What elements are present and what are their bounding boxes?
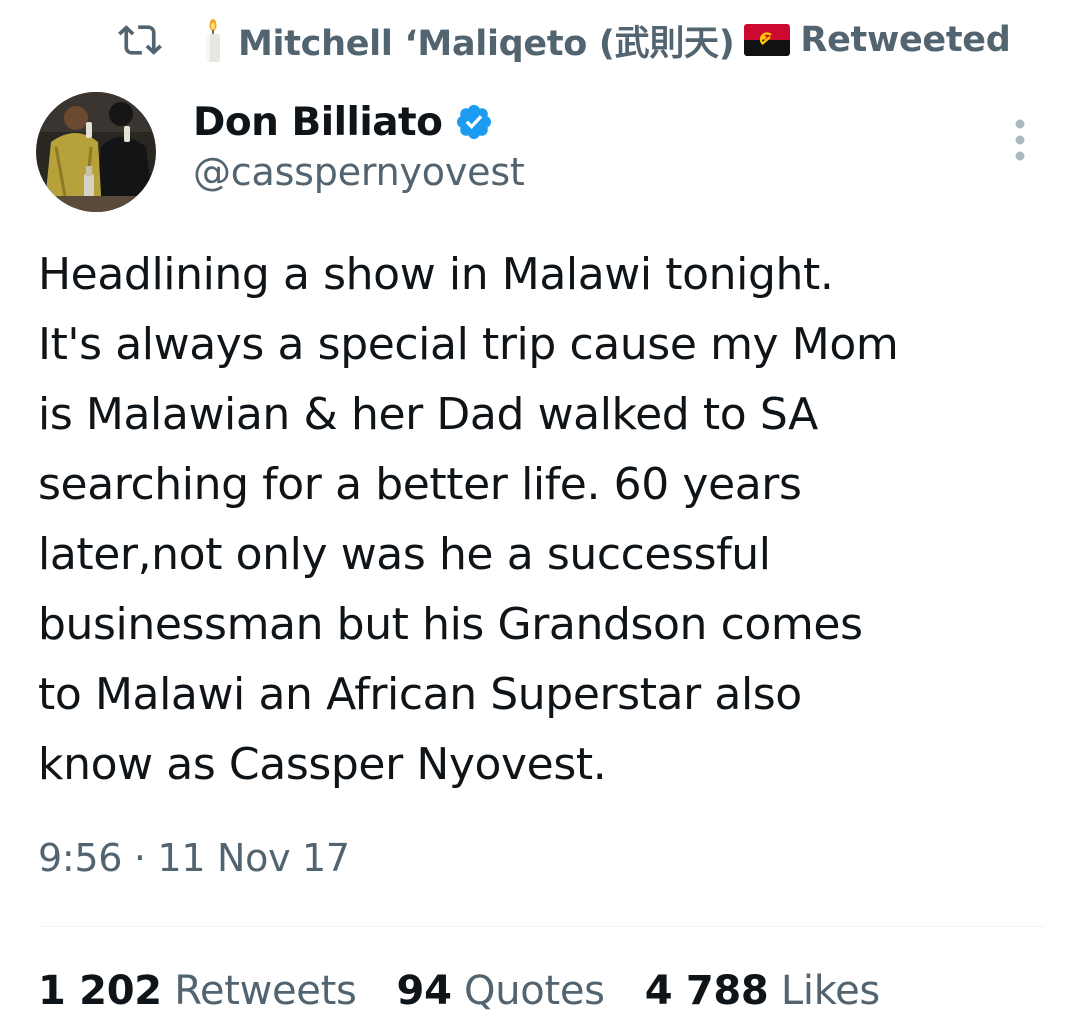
divider xyxy=(38,926,1044,927)
angola-flag-icon xyxy=(744,24,791,56)
tweet-line: know as Cassper Nyovest. xyxy=(38,739,607,790)
engagement-stats: 1 202 Retweets 94 Quotes 4 788 Likes xyxy=(38,968,920,1014)
tweet-line: searching for a better life. 60 years xyxy=(38,459,802,510)
tweet-text: Headlining a show in Malawi tonight. It'… xyxy=(38,240,1048,800)
quotes-count: 94 xyxy=(396,968,452,1014)
more-vertical-icon xyxy=(1015,119,1025,161)
tweet-line: businessman but his Grandson comes xyxy=(38,599,863,650)
tweet-line: is Malawian & her Dad walked to SA xyxy=(38,389,818,440)
retweets-stat[interactable]: 1 202 Retweets xyxy=(38,968,357,1014)
retweet-icon xyxy=(118,18,162,62)
retweeter-name[interactable]: Mitchell ‘Maliqeto (武則天) xyxy=(238,15,735,66)
candle-icon xyxy=(202,17,224,63)
author-handle[interactable]: @casspernyovest xyxy=(193,150,525,194)
tweet-line: Headlining a show in Malawi tonight. xyxy=(38,249,834,300)
verified-badge-icon[interactable] xyxy=(454,102,494,142)
retweets-count: 1 202 xyxy=(38,968,162,1014)
more-options-button[interactable] xyxy=(1000,116,1040,164)
retweets-label: Retweets xyxy=(174,968,357,1014)
quotes-stat[interactable]: 94 Quotes xyxy=(397,968,605,1014)
tweet-line: to Malawi an African Superstar also xyxy=(38,669,802,720)
tweet-line: It's always a special trip cause my Mom xyxy=(38,319,899,370)
author-display-name[interactable]: Don Billiato xyxy=(193,96,494,148)
likes-label: Likes xyxy=(780,968,880,1014)
likes-stat[interactable]: 4 788 Likes xyxy=(644,968,881,1014)
retweet-context[interactable]: Mitchell ‘Maliqeto (武則天) Retweeted xyxy=(118,14,1011,66)
display-name-text[interactable]: Don Billiato xyxy=(193,100,443,145)
tweet-line: later,not only was he a successful xyxy=(38,529,771,580)
retweeted-label: Retweeted xyxy=(800,20,1011,60)
quotes-label: Quotes xyxy=(464,968,605,1014)
tweet-timestamp[interactable]: 9:56 · 11 Nov 17 xyxy=(38,836,350,880)
likes-count: 4 788 xyxy=(644,968,769,1014)
avatar[interactable] xyxy=(36,92,156,212)
